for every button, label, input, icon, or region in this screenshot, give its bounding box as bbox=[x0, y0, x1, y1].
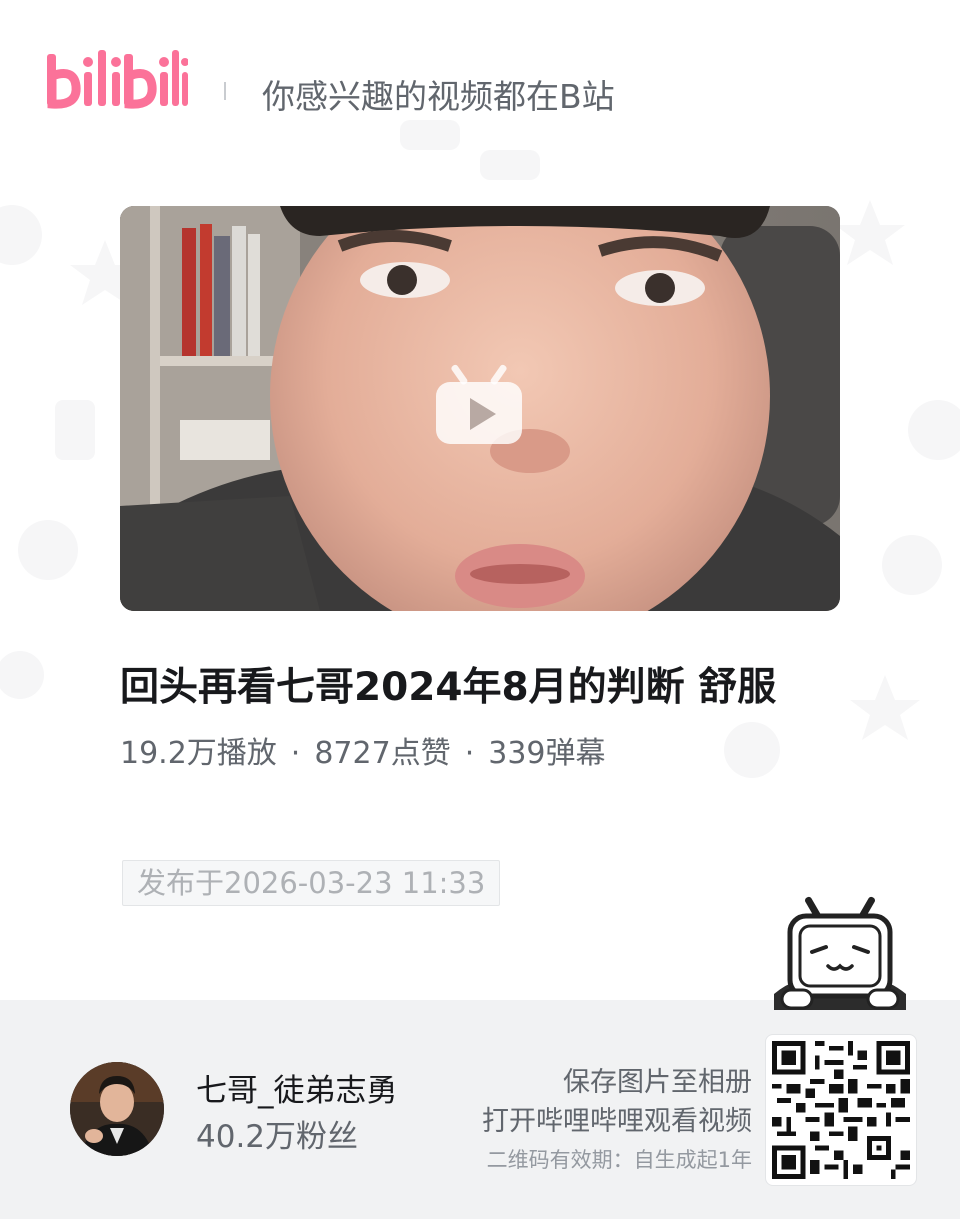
header-divider bbox=[224, 82, 226, 100]
danmaku-count: 339弹幕 bbox=[488, 736, 606, 771]
publish-date: 发布于2026-03-23 11:33 bbox=[122, 860, 501, 906]
video-stats: 19.2万播放 · 8727点赞 · 339弹幕 bbox=[120, 728, 606, 772]
qr-code-pattern bbox=[772, 1041, 910, 1179]
uploader-fans: 40.2万粉丝 bbox=[196, 1119, 359, 1155]
stats-separator: · bbox=[290, 736, 301, 771]
play-tv-icon[interactable] bbox=[434, 362, 524, 448]
header: 你感兴趣的视频都在B站 bbox=[0, 0, 960, 180]
save-hint: 保存图片至相册 bbox=[563, 1067, 752, 1098]
video-title: 回头再看七哥2024年8月的判断 舒服 bbox=[120, 665, 777, 710]
header-slogan: 你感兴趣的视频都在B站 bbox=[262, 77, 615, 116]
stats-separator: · bbox=[464, 736, 475, 771]
qr-code[interactable] bbox=[765, 1034, 917, 1186]
uploader-name[interactable]: 七哥_徒弟志勇 bbox=[196, 1065, 398, 1110]
bilibili-tv-mascot-icon bbox=[774, 896, 906, 1010]
like-count: 8727点赞 bbox=[314, 736, 451, 771]
qr-validity-note: 二维码有效期：自生成起1年 bbox=[486, 1148, 752, 1172]
video-thumbnail[interactable] bbox=[120, 206, 840, 611]
bilibili-logo[interactable] bbox=[44, 44, 188, 114]
play-count: 19.2万播放 bbox=[120, 736, 277, 771]
uploader-avatar[interactable] bbox=[70, 1062, 164, 1156]
open-app-hint: 打开哔哩哔哩观看视频 bbox=[482, 1106, 752, 1137]
